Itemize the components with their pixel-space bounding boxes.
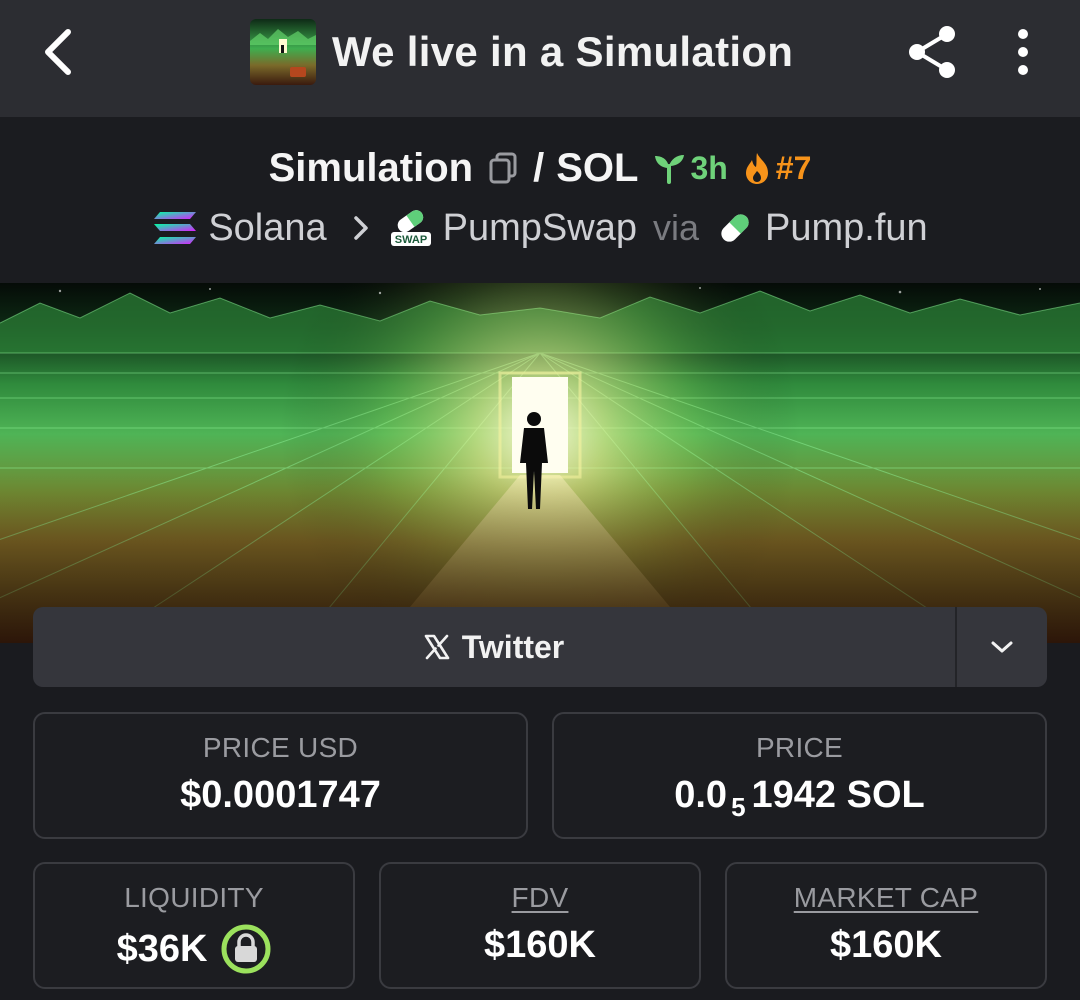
dex-link[interactable]: SWAP PumpSwap xyxy=(389,207,637,250)
base-token-symbol: Simulation xyxy=(268,145,474,190)
route-breadcrumb: Solana SWAP PumpSwap via Pump.fun xyxy=(0,203,1080,253)
price-usd-value: $0.0001747 xyxy=(180,774,381,816)
share-icon xyxy=(909,26,955,78)
pill-icon xyxy=(721,214,749,242)
swap-badge-text: SWAP xyxy=(394,234,426,246)
pair-separator: / xyxy=(533,145,545,190)
back-arrow-icon xyxy=(45,29,71,75)
trending-rank-badge[interactable]: #7 xyxy=(742,149,812,187)
twitter-button[interactable]: Twitter xyxy=(33,607,955,687)
lock-icon[interactable] xyxy=(221,924,271,974)
fdv-card[interactable]: FDV $160K xyxy=(379,862,701,989)
price-zero-count: 5 xyxy=(731,792,746,822)
share-button[interactable] xyxy=(900,20,964,84)
market-cap-value: $160K xyxy=(830,924,942,966)
twitter-label: Twitter xyxy=(461,628,565,665)
fdv-label[interactable]: FDV xyxy=(512,882,569,914)
copy-icon xyxy=(489,152,517,184)
more-vertical-icon xyxy=(1018,29,1028,75)
token-logo xyxy=(250,19,316,85)
pair-age-badge: 3h xyxy=(652,149,728,187)
dex-name: PumpSwap xyxy=(442,206,637,249)
solana-icon xyxy=(154,212,197,244)
price-digits: 1942 SOL xyxy=(751,774,925,816)
liquidity-card: LIQUIDITY $36K xyxy=(33,862,355,989)
more-options-button[interactable] xyxy=(1000,20,1046,84)
launchpad-link[interactable]: Pump.fun xyxy=(715,207,928,250)
flame-icon xyxy=(745,153,768,184)
header-banner-image xyxy=(0,283,1080,643)
chevron-right-icon xyxy=(353,215,369,241)
chain-name: Solana xyxy=(208,206,327,249)
app-bar: We live in a Simulation xyxy=(0,0,1080,117)
price-usd-label: PRICE USD xyxy=(202,732,359,763)
market-cap-label[interactable]: MARKET CAP xyxy=(794,882,979,914)
pair-age: 3h xyxy=(690,149,728,186)
via-label: via xyxy=(652,207,700,248)
app-title: We live in a Simulation xyxy=(332,28,794,75)
back-button[interactable] xyxy=(30,22,86,82)
copy-address-button[interactable] xyxy=(483,148,523,188)
chain-link[interactable]: Solana xyxy=(152,206,327,250)
price-native-card: PRICE 0.0 5 1942 SOL xyxy=(552,712,1047,839)
price-native-label: PRICE xyxy=(755,732,844,763)
pair-row: Simulation / SOL 3h #7 xyxy=(0,141,1080,195)
quote-token-symbol: SOL xyxy=(556,145,639,190)
price-native-value: 0.0 5 1942 SOL xyxy=(674,774,925,822)
price-prefix: 0.0 xyxy=(674,774,728,816)
pumpswap-icon: SWAP xyxy=(390,210,431,246)
x-logo-icon xyxy=(424,634,450,660)
seedling-icon xyxy=(655,155,685,184)
socials-expand-button[interactable] xyxy=(957,607,1047,687)
title-group: We live in a Simulation xyxy=(250,19,793,85)
liquidity-value-row: $36K xyxy=(117,924,272,974)
fdv-value: $160K xyxy=(484,924,596,966)
market-cap-card[interactable]: MARKET CAP $160K xyxy=(725,862,1047,989)
price-usd-card: PRICE USD $0.0001747 xyxy=(33,712,528,839)
launchpad-name: Pump.fun xyxy=(765,206,928,249)
pair-header: Simulation / SOL 3h #7 Solana SWAP PumpS… xyxy=(0,117,1080,283)
trending-rank: #7 xyxy=(775,149,812,186)
socials-bar: Twitter xyxy=(33,607,1047,687)
liquidity-label: LIQUIDITY xyxy=(124,882,264,913)
liquidity-value: $36K xyxy=(116,927,208,970)
chevron-down-icon xyxy=(991,641,1013,653)
